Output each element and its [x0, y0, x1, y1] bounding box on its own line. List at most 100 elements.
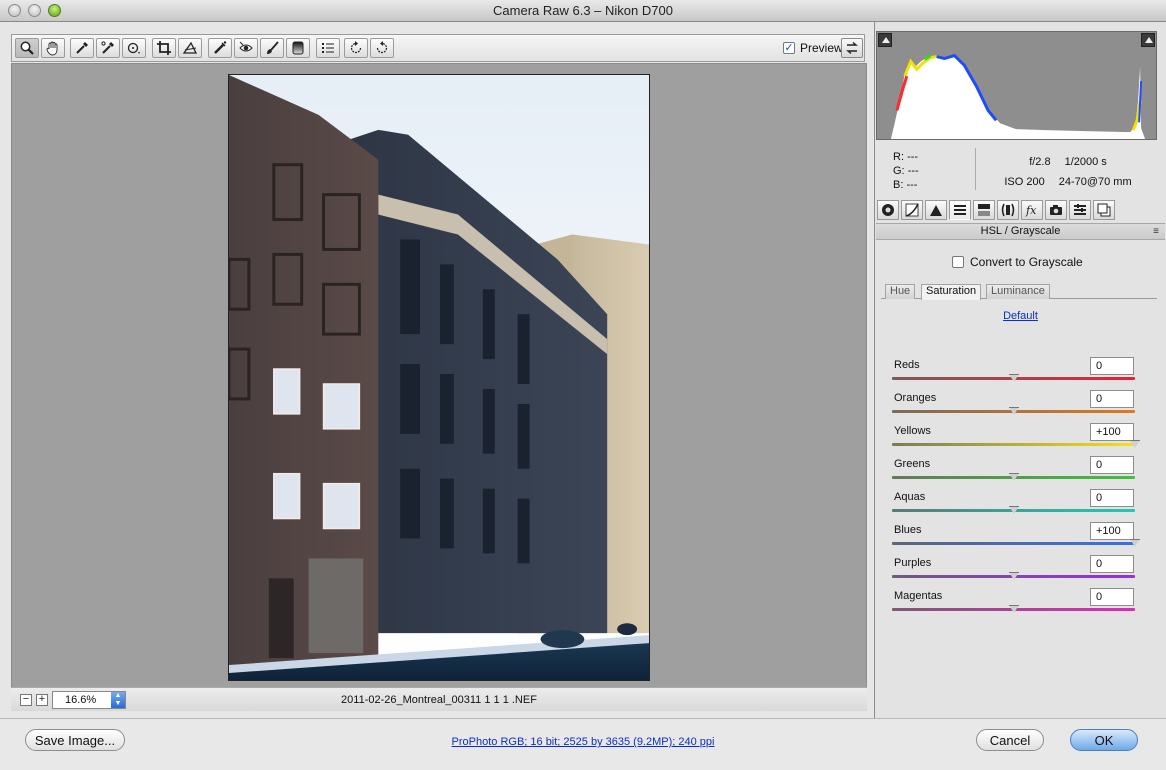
tab-hue[interactable]: Hue [885, 284, 916, 299]
tab-snapshots[interactable] [1093, 200, 1115, 220]
exif-readout: f/2.8 1/2000 s ISO 200 24-70@70 mm [978, 152, 1158, 192]
tab-saturation[interactable]: Saturation [921, 284, 982, 300]
crop-tool-button[interactable] [152, 38, 176, 58]
camera-icon [1050, 205, 1062, 215]
bottom-bar: Save Image... ProPhoto RGB; 16 bit; 2525… [0, 718, 1166, 770]
shadow-clipping-button[interactable] [878, 33, 892, 47]
panel-header: HSL / Grayscale ≡ [876, 223, 1165, 240]
image-canvas[interactable] [11, 63, 867, 707]
tab-split-toning[interactable] [973, 200, 995, 220]
tab-hsl[interactable] [949, 200, 971, 220]
convert-grayscale-toggle[interactable]: Convert to Grayscale [952, 255, 1083, 269]
tab-effects[interactable]: fx [1021, 200, 1043, 220]
adjustment-brush-tool-button[interactable] [260, 38, 284, 58]
panel-menu-icon[interactable]: ≡ [1153, 224, 1159, 239]
lens-icon [1001, 203, 1015, 217]
ok-button[interactable]: OK [1070, 729, 1138, 751]
slider-thumb[interactable] [1130, 539, 1140, 547]
spot-removal-tool-button[interactable] [208, 38, 232, 58]
slider-value-field[interactable]: 0 [1090, 588, 1134, 606]
slider-reds[interactable]: Reds 0 [892, 357, 1138, 390]
tab-presets[interactable] [1069, 200, 1091, 220]
slider-thumb[interactable] [1008, 605, 1019, 613]
slider-value-field[interactable]: 0 [1090, 390, 1134, 408]
preview-checkbox[interactable]: ✓ [783, 42, 795, 54]
eyedropper-icon [76, 42, 88, 54]
slider-label: Reds [894, 359, 920, 371]
fullscreen-icon [846, 41, 858, 55]
slider-label: Aquas [894, 491, 926, 503]
histogram [876, 31, 1157, 140]
tab-tone-curve[interactable] [901, 200, 923, 220]
slider-yellows[interactable]: Yellows +100 [892, 423, 1140, 456]
slider-label: Purples [894, 557, 932, 569]
presets-icon [1074, 204, 1086, 215]
spot-heal-icon [214, 41, 227, 54]
building-photo [229, 75, 649, 680]
red-eye-icon [239, 41, 253, 52]
aperture: f/2.8 [1029, 156, 1051, 168]
white-balance-tool-button[interactable] [70, 38, 94, 58]
zoom-tool-button[interactable] [15, 38, 39, 58]
slider-thumb[interactable] [1130, 440, 1140, 448]
preview-toggle[interactable]: ✓ Preview [783, 41, 843, 55]
slider-track[interactable] [892, 443, 1135, 446]
default-link[interactable]: Default [876, 310, 1165, 322]
tab-luminance[interactable]: Luminance [986, 284, 1050, 299]
file-name: 2011-02-26_Montreal_00311 1 1 1 .NEF [341, 694, 537, 706]
histogram-graph [890, 53, 1146, 139]
image-preview[interactable] [228, 74, 650, 681]
preview-label: Preview [800, 41, 843, 55]
adjustment-panel: R: --- G: --- B: --- f/2.8 1/2000 s ISO 2… [874, 22, 1166, 718]
shutter-speed: 1/2000 s [1064, 156, 1107, 168]
panel-title: HSL / Grayscale [980, 225, 1061, 237]
fullscreen-button[interactable] [841, 38, 863, 58]
straighten-icon [182, 41, 198, 54]
graduated-filter-tool-button[interactable] [286, 38, 310, 58]
tab-lens[interactable] [997, 200, 1019, 220]
red-eye-tool-button[interactable] [234, 38, 258, 58]
color-sampler-tool-button[interactable] [96, 38, 120, 58]
tab-basic[interactable] [877, 200, 899, 220]
info-divider [975, 148, 976, 190]
slider-thumb[interactable] [1008, 506, 1019, 514]
hand-icon [46, 41, 58, 56]
slider-thumb[interactable] [1008, 572, 1019, 580]
slider-track[interactable] [892, 542, 1135, 545]
slider-value-field[interactable]: +100 [1090, 522, 1134, 540]
fx-icon: fx [1025, 204, 1037, 217]
slider-aquas[interactable]: Aquas 0 [892, 489, 1138, 522]
slider-magentas[interactable]: Magentas 0 [892, 588, 1138, 621]
preferences-tool-button[interactable] [316, 38, 340, 58]
slider-value-field[interactable]: 0 [1090, 456, 1134, 474]
hand-tool-button[interactable] [41, 38, 65, 58]
slider-label: Greens [894, 458, 931, 470]
slider-greens[interactable]: Greens 0 [892, 456, 1138, 489]
slider-blues[interactable]: Blues +100 [892, 522, 1140, 555]
tab-detail[interactable] [925, 200, 947, 220]
status-bar: − + 16.6% ▲ ▼ 2011-02-26_Montreal_00311 1… [11, 687, 867, 711]
slider-value-field[interactable]: 0 [1090, 357, 1134, 375]
highlight-clipping-button[interactable] [1141, 33, 1155, 47]
cancel-button[interactable]: Cancel [976, 729, 1044, 751]
straighten-tool-button[interactable] [178, 38, 202, 58]
slider-thumb[interactable] [1008, 374, 1019, 382]
slider-value-field[interactable]: 0 [1090, 555, 1134, 573]
slider-value-field[interactable]: 0 [1090, 489, 1134, 507]
image-info: R: --- G: --- B: --- f/2.8 1/2000 s ISO 2… [876, 146, 1161, 196]
iso: ISO 200 [1004, 176, 1045, 188]
slider-purples[interactable]: Purples 0 [892, 555, 1138, 588]
slider-label: Magentas [894, 590, 943, 602]
rotate-left-tool-button[interactable] [344, 38, 368, 58]
slider-oranges[interactable]: Oranges 0 [892, 390, 1138, 423]
hsl-bars-icon [954, 205, 966, 215]
targeted-adjustment-tool-button[interactable] [122, 38, 146, 58]
color-sampler-icon [101, 41, 114, 54]
tab-camera-calibration[interactable] [1045, 200, 1067, 220]
slider-value-field[interactable]: +100 [1090, 423, 1134, 441]
slider-thumb[interactable] [1008, 473, 1019, 481]
rotate-right-tool-button[interactable] [370, 38, 394, 58]
convert-grayscale-checkbox[interactable] [952, 256, 964, 268]
hsl-panel: Convert to Grayscale Hue Saturation Lumi… [876, 240, 1165, 718]
slider-thumb[interactable] [1008, 407, 1019, 415]
